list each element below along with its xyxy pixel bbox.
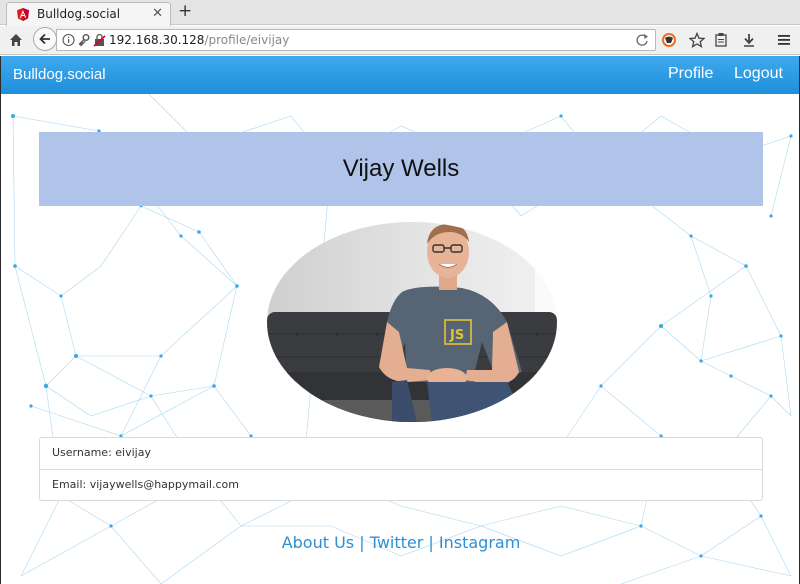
reload-icon[interactable] [635, 32, 649, 48]
logout-link[interactable]: Logout [734, 65, 783, 83]
home-icon[interactable] [6, 30, 26, 50]
download-icon[interactable] [739, 30, 759, 50]
privacy-badger-icon[interactable] [659, 30, 679, 50]
footer-separator: | [354, 533, 370, 552]
browser-tab[interactable]: Bulldog.social ✕ [6, 2, 171, 26]
close-tab-icon[interactable]: ✕ [152, 6, 163, 21]
menu-hamburger-icon[interactable] [774, 30, 794, 50]
info-icon[interactable] [62, 33, 75, 47]
footer-links: About Us | Twitter | Instagram [1, 533, 799, 552]
username-item: Username: eivijay [52, 446, 151, 459]
browser-tab-bar: Bulldog.social ✕ + [0, 0, 800, 26]
back-button[interactable] [33, 27, 57, 51]
about-us-link[interactable]: About Us [282, 533, 354, 552]
email-item: Email: vijaywells@happymail.com [40, 469, 762, 500]
new-tab-icon[interactable]: + [178, 1, 192, 21]
profile-name-banner: Vijay Wells [39, 132, 763, 206]
profile-info-list: Username: eivijay Email: vijaywells@happ… [39, 437, 763, 501]
tab-title: Bulldog.social [37, 7, 121, 21]
profile-link[interactable]: Profile [668, 65, 713, 83]
footer-separator: | [423, 533, 439, 552]
insecure-lock-icon[interactable] [93, 33, 106, 47]
profile-avatar: JS [267, 222, 557, 422]
url-bar[interactable]: 192.168.30.128/profile/eivijay [56, 29, 656, 51]
url-host: 192.168.30.128 [109, 33, 205, 47]
twitter-link[interactable]: Twitter [370, 533, 424, 552]
browser-toolbar: 192.168.30.128/profile/eivijay [0, 26, 800, 55]
svg-text:JS: JS [449, 328, 464, 343]
bookmark-star-icon[interactable] [687, 30, 707, 50]
page: Bulldog.social Profile Logout Vijay Well… [0, 56, 800, 584]
reading-list-icon[interactable] [711, 30, 731, 50]
back-arrow-icon [39, 33, 50, 45]
url-path: /profile/eivijay [204, 33, 290, 47]
key-icon[interactable] [78, 33, 90, 47]
profile-name: Vijay Wells [342, 155, 460, 182]
angular-icon [17, 8, 29, 21]
app-navbar: Bulldog.social Profile Logout [1, 56, 799, 94]
instagram-link[interactable]: Instagram [439, 533, 520, 552]
brand-link[interactable]: Bulldog.social [13, 66, 106, 83]
url-text[interactable]: 192.168.30.128/profile/eivijay [109, 33, 289, 47]
